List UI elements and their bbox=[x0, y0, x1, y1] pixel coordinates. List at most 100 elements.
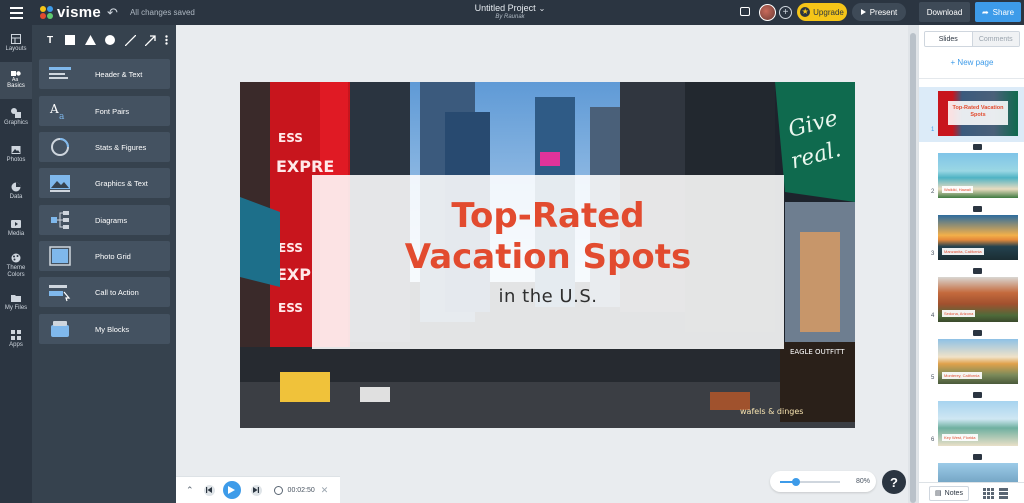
chevron-up-icon[interactable]: ⌃ bbox=[186, 485, 194, 496]
slides-panel-tabs: Slides Comments bbox=[924, 31, 1020, 47]
visme-logo-icon bbox=[40, 5, 54, 20]
rail-item-photos[interactable]: Photos bbox=[0, 136, 32, 173]
slide-thumbnail-5[interactable]: Monterey, California 5 bbox=[919, 335, 1024, 390]
new-page-button[interactable]: + New page bbox=[919, 58, 1024, 67]
block-label: Call to Action bbox=[95, 287, 139, 297]
rectangle-tool-icon[interactable] bbox=[60, 32, 80, 48]
svg-text:wafels & dinges: wafels & dinges bbox=[740, 407, 803, 416]
share-button[interactable]: ➦ Share bbox=[975, 2, 1021, 22]
slides-panel-footer: ▤ Notes bbox=[919, 482, 1024, 503]
block-font-pairs[interactable]: Aa Font Pairs bbox=[39, 96, 170, 126]
rail-item-graphics[interactable]: Graphics bbox=[0, 99, 32, 136]
thumbnail-title: Top-Rated Vacation Spots bbox=[948, 101, 1008, 125]
block-photo-grid[interactable]: Photo Grid bbox=[39, 241, 170, 271]
playback-time[interactable]: 00:02:50 bbox=[288, 487, 315, 494]
block-label: My Blocks bbox=[95, 324, 130, 334]
project-title[interactable]: Untitled Project bbox=[475, 3, 536, 13]
block-label: Font Pairs bbox=[95, 106, 130, 116]
undo-icon[interactable]: ↶ bbox=[107, 5, 118, 21]
share-icon: ➦ bbox=[981, 7, 989, 17]
rail-item-media[interactable]: Media bbox=[0, 210, 32, 247]
thumbnail-location: Manzanita, California bbox=[942, 248, 984, 255]
svg-text:Aa: Aa bbox=[12, 77, 18, 81]
download-button[interactable]: Download bbox=[919, 2, 970, 22]
slide-thumbnail-3[interactable]: Manzanita, California 3 bbox=[919, 211, 1024, 266]
rail-label: Basics bbox=[7, 83, 25, 89]
chevron-down-icon[interactable]: ⌄ bbox=[539, 4, 546, 13]
skip-forward-icon[interactable] bbox=[250, 484, 262, 496]
zoom-slider[interactable] bbox=[780, 477, 840, 486]
block-my-blocks[interactable]: My Blocks bbox=[39, 314, 170, 344]
grid-view-icon[interactable] bbox=[983, 487, 994, 499]
play-button[interactable] bbox=[222, 481, 241, 499]
block-graphics-text[interactable]: Graphics & Text bbox=[39, 168, 170, 198]
rail-item-layouts[interactable]: Layouts bbox=[0, 25, 32, 62]
more-icon[interactable] bbox=[160, 32, 172, 48]
slide-thumbnail-4[interactable]: Sedona, Arizona 4 bbox=[919, 273, 1024, 328]
rail-item-apps[interactable]: Apps bbox=[0, 321, 32, 358]
basics-panel: T Header & Text Aa Font Pairs Stats & Fi… bbox=[32, 25, 176, 503]
thumbnail-location: Monterey, California bbox=[942, 372, 982, 379]
notes-button[interactable]: ▤ Notes bbox=[929, 485, 969, 501]
data-icon bbox=[11, 182, 21, 192]
slide-subtitle[interactable]: in the U.S. bbox=[312, 286, 784, 307]
graphics-icon bbox=[11, 108, 21, 118]
canvas-scrollbar[interactable] bbox=[908, 25, 918, 503]
help-button[interactable]: ? bbox=[882, 470, 906, 494]
block-stats-figures[interactable]: Stats & Figures bbox=[39, 132, 170, 162]
shape-toolbar: T bbox=[40, 32, 172, 48]
block-label: Graphics & Text bbox=[95, 178, 148, 188]
project-title-area[interactable]: Untitled Project ⌄ By Raunak bbox=[440, 3, 580, 20]
my-blocks-icon bbox=[51, 321, 69, 337]
scrollbar-thumb[interactable] bbox=[910, 33, 916, 503]
text-tool-icon[interactable]: T bbox=[40, 32, 60, 48]
triangle-tool-icon[interactable] bbox=[80, 32, 100, 48]
avatar[interactable] bbox=[759, 4, 776, 21]
svg-text:ESS: ESS bbox=[278, 301, 303, 315]
call-to-action-icon bbox=[49, 285, 71, 302]
tab-slides[interactable]: Slides bbox=[925, 32, 973, 46]
block-call-to-action[interactable]: Call to Action bbox=[39, 277, 170, 307]
list-view-icon[interactable] bbox=[999, 487, 1008, 499]
zoom-slider-handle[interactable] bbox=[792, 477, 800, 486]
slide-thumbnail-7[interactable] bbox=[919, 459, 1024, 482]
app-logo[interactable]: visme bbox=[40, 4, 101, 21]
arrow-tool-icon[interactable] bbox=[140, 32, 160, 48]
rail-label: Data bbox=[9, 194, 23, 200]
layouts-icon bbox=[11, 34, 21, 44]
save-status: All changes saved bbox=[129, 8, 195, 17]
slides-panel: Slides Comments + New page Top-Rated Vac… bbox=[918, 25, 1024, 503]
block-label: Header & Text bbox=[95, 69, 143, 79]
skip-back-icon[interactable] bbox=[203, 484, 215, 496]
rail-item-basics[interactable]: Aa Basics bbox=[0, 62, 32, 99]
download-label: Download bbox=[926, 7, 963, 17]
rail-item-theme-colors[interactable]: Theme Colors bbox=[0, 247, 32, 284]
tab-comments[interactable]: Comments bbox=[972, 32, 1019, 46]
block-diagrams[interactable]: Diagrams bbox=[39, 205, 170, 235]
playback-bar: ⌃ 00:02:50 ✕ bbox=[176, 476, 340, 503]
upgrade-button[interactable]: ★ Upgrade bbox=[797, 3, 847, 21]
circle-tool-icon[interactable] bbox=[100, 32, 120, 48]
svg-text:a: a bbox=[59, 112, 65, 121]
slide-thumbnail-2[interactable]: Waikiki, Hawaii 2 bbox=[919, 149, 1024, 204]
title-text-box[interactable]: Top-Rated Vacation Spots in the U.S. bbox=[312, 175, 784, 349]
menu-icon[interactable] bbox=[0, 0, 32, 25]
slide-number: 6 bbox=[931, 437, 935, 443]
rail-item-data[interactable]: Data bbox=[0, 173, 32, 210]
slide-thumbnail-1[interactable]: Top-Rated Vacation Spots 1 bbox=[919, 87, 1024, 142]
block-header-text[interactable]: Header & Text bbox=[39, 59, 170, 89]
close-icon[interactable]: ✕ bbox=[321, 485, 329, 496]
slide-thumbnail-image: Top-Rated Vacation Spots bbox=[938, 91, 1018, 136]
slide-title[interactable]: Top-Rated Vacation Spots bbox=[312, 196, 784, 278]
photos-icon bbox=[11, 146, 21, 154]
comment-icon[interactable] bbox=[740, 7, 750, 16]
font-pairs-icon: Aa bbox=[49, 102, 65, 121]
slide-canvas[interactable]: ESS EXPRE ESS EXP ESS Give real. wafels … bbox=[240, 82, 855, 428]
rail-item-my-files[interactable]: My Files bbox=[0, 284, 32, 321]
line-tool-icon[interactable] bbox=[120, 32, 140, 48]
project-author: By Raunak bbox=[495, 14, 525, 20]
svg-text:EXP: EXP bbox=[276, 265, 311, 284]
slide-thumbnail-6[interactable]: Key West, Florida 6 bbox=[919, 397, 1024, 452]
present-button[interactable]: Present bbox=[852, 3, 906, 21]
add-collaborator-icon[interactable]: + bbox=[779, 6, 792, 19]
